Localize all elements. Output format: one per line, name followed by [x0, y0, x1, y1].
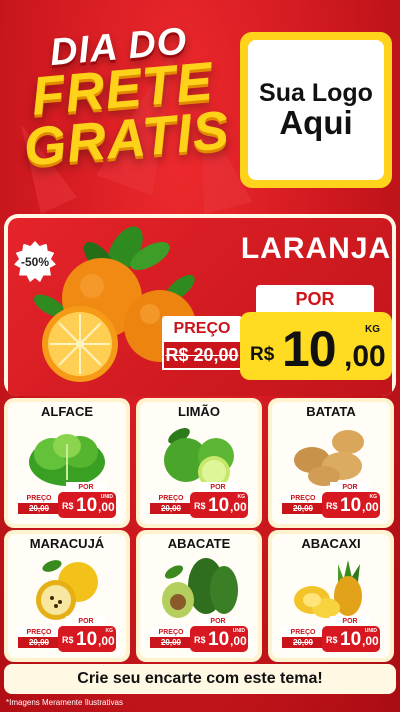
preco-label: PREÇO	[18, 493, 60, 503]
price-tag: R$ 10 ,00 KG	[190, 492, 248, 518]
product-name: LIMÃO	[178, 404, 220, 419]
featured-old-price-box: PREÇO R$ 20,00	[162, 316, 242, 372]
product-card-limao[interactable]: LIMÃO PREÇO 20,00 POR R$ 10 ,00 KG	[136, 398, 262, 528]
product-name: MARACUJÁ	[29, 536, 105, 551]
por-label: POR	[198, 482, 238, 492]
lime-image	[164, 428, 234, 488]
logo-text-2: Aqui	[279, 103, 353, 141]
por-label: POR	[198, 616, 238, 626]
price-tag: R$ 10 ,00 UNID	[322, 626, 380, 652]
old-price-box: PREÇO 20,00	[18, 627, 60, 648]
price-tag: R$ 10 ,00 KG	[322, 492, 380, 518]
preco-label: PREÇO	[282, 627, 324, 637]
featured-unit: KG	[365, 324, 380, 335]
price-decimal: ,00	[362, 634, 379, 648]
featured-price-tag: R$ 10 ,00 KG	[240, 312, 392, 380]
old-price-box: PREÇO 20,00	[282, 627, 324, 648]
old-price: 20,00	[150, 503, 192, 514]
unit: KG	[105, 628, 114, 634]
currency: R$	[62, 501, 74, 511]
old-price: 20,00	[150, 637, 192, 648]
price-decimal: ,00	[230, 500, 247, 514]
product-name: ALFACE	[41, 404, 93, 419]
price-decimal: ,00	[98, 634, 115, 648]
potato-image	[294, 430, 364, 486]
featured-product-name: LARANJA	[240, 232, 392, 265]
featured-old-price: R$ 20,00	[162, 342, 242, 370]
product-card-batata[interactable]: BATATA PREÇO 20,00 POR R$ 10 ,00 KG	[268, 398, 394, 528]
price-decimal: ,00	[230, 634, 247, 648]
logo-text-1: Sua Logo	[259, 78, 373, 107]
price-integer: 10	[340, 629, 362, 650]
product-name: ABACATE	[167, 536, 231, 551]
product-name: BATATA	[306, 404, 356, 419]
price-decimal: ,00	[98, 500, 115, 514]
passion-fruit-image	[36, 560, 98, 620]
featured-price-decimal: ,00	[344, 340, 386, 373]
old-price-box: PREÇO 20,00	[282, 493, 324, 514]
featured-currency: R$	[250, 344, 275, 365]
old-price: 20,00	[18, 637, 60, 648]
unit: UNID	[100, 494, 113, 500]
product-card-maracuja[interactable]: MARACUJÁ PREÇO 20,00 POR R$ 10 ,00 KG	[4, 530, 130, 662]
price-integer: 10	[76, 629, 98, 650]
old-price: 20,00	[18, 503, 60, 514]
pineapple-image	[294, 560, 362, 618]
preco-label: PREÇO	[150, 627, 192, 637]
featured-price-integer: 10	[282, 321, 337, 377]
por-label: POR	[330, 482, 370, 492]
price-decimal: ,00	[362, 500, 379, 514]
unit: KG	[237, 494, 246, 500]
price-integer: 10	[340, 495, 362, 516]
logo-placeholder[interactable]: Sua Logo Aqui	[240, 32, 392, 188]
price-integer: 10	[76, 495, 98, 516]
campaign-title: DIA DO FRETE GRATIS	[3, 20, 244, 178]
old-price: 20,00	[282, 637, 324, 648]
product-card-abacaxi[interactable]: ABACAXI PREÇO 20,00 POR R$ 10 ,00 UNID	[268, 530, 394, 662]
cta-banner[interactable]: Crie seu encarte com este tema!	[4, 664, 396, 694]
unit: UNID	[364, 628, 377, 634]
price-integer: 10	[208, 629, 230, 650]
lettuce-image	[29, 434, 105, 486]
currency: R$	[62, 635, 74, 645]
preco-label: PREÇO	[18, 627, 60, 637]
por-label: POR	[66, 482, 106, 492]
product-name: ABACAXI	[301, 536, 361, 551]
avocado-image	[162, 558, 238, 618]
price-integer: 10	[208, 495, 230, 516]
por-label: POR	[330, 616, 370, 626]
disclaimer-text: *Imagens Meramente Ilustrativas	[6, 698, 123, 707]
preco-label: PREÇO	[282, 493, 324, 503]
featured-preco-label: PREÇO	[162, 316, 242, 342]
price-tag: R$ 10 ,00 UNID	[58, 492, 116, 518]
currency: R$	[326, 635, 338, 645]
por-label: POR	[66, 616, 106, 626]
product-card-alface[interactable]: ALFACE PREÇO 20,00 POR R$ 10 ,00 UNID	[4, 398, 130, 528]
product-card-abacate[interactable]: ABACATE PREÇO 20,00 POR R$ 10 ,00 UNID	[136, 530, 262, 662]
price-tag: R$ 10 ,00 KG	[58, 626, 116, 652]
preco-label: PREÇO	[150, 493, 192, 503]
price-tag: R$ 10 ,00 UNID	[190, 626, 248, 652]
currency: R$	[194, 635, 206, 645]
currency: R$	[194, 501, 206, 511]
old-price: 20,00	[282, 503, 324, 514]
logo-inner: Sua Logo Aqui	[248, 40, 384, 180]
unit: UNID	[232, 628, 245, 634]
featured-por-label: POR	[256, 285, 374, 313]
old-price-box: PREÇO 20,00	[150, 627, 192, 648]
old-price-box: PREÇO 20,00	[18, 493, 60, 514]
currency: R$	[326, 501, 338, 511]
unit: KG	[369, 494, 378, 500]
header: DIA DO FRETE GRATIS Sua Logo Aqui	[0, 0, 400, 212]
old-price-box: PREÇO 20,00	[150, 493, 192, 514]
title-line-3: GRATIS	[21, 99, 232, 178]
